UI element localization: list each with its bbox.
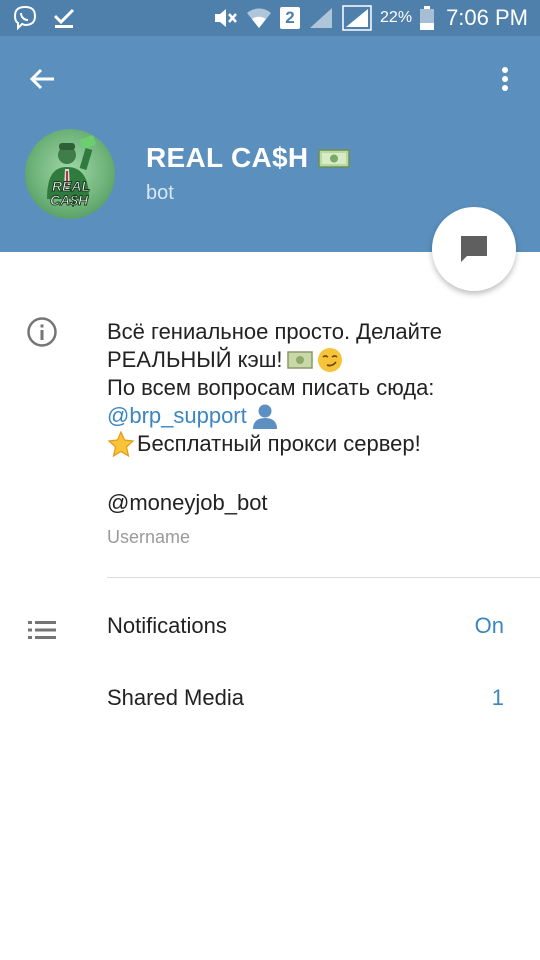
battery-icon [420, 6, 435, 30]
mute-icon [215, 9, 237, 27]
title-row: REAL CA$H [146, 142, 351, 174]
description-text: Всё гениальное просто. Делайте [107, 319, 443, 344]
viber-icon [13, 5, 37, 31]
screen: 2 22% 7:06 PM REAL CA$H REAL CA$H bot Вс… [0, 0, 540, 960]
money-icon [286, 351, 313, 369]
more-options-button[interactable] [490, 62, 520, 96]
money-icon [318, 149, 351, 168]
description-text: Бесплатный прокси сервер! [137, 431, 421, 456]
avatar-text-bottom: CA$H [50, 192, 89, 208]
wifi-icon [247, 8, 272, 28]
description-line: @brp_support [107, 402, 517, 430]
signal-icon [342, 5, 372, 31]
bot-description: Всё гениальное просто. Делайте РЕАЛЬНЫЙ … [107, 318, 517, 458]
smirk-face-icon [317, 348, 342, 372]
status-right: 2 22% 7:06 PM [204, 5, 528, 31]
notifications-label: Notifications [107, 613, 227, 638]
avatar-image: REAL CA$H [47, 135, 96, 209]
sim-badge: 2 [280, 7, 301, 29]
more-vertical-icon [502, 67, 508, 91]
status-left [12, 5, 90, 31]
description-line: РЕАЛЬНЫЙ кэш! [107, 346, 517, 374]
avatar[interactable]: REAL CA$H [25, 129, 115, 219]
shared-media-count: 1 [491, 685, 504, 710]
battery-percent: 22% [380, 9, 413, 26]
list-icon [28, 621, 56, 639]
description-text: По всем вопросам писать сюда: [107, 375, 435, 400]
glowing-star-icon [107, 430, 135, 458]
chat-title: REAL CA$H [146, 142, 309, 173]
description-line: Всё гениальное просто. Делайте [107, 318, 517, 346]
check-icon [53, 8, 75, 28]
arrow-left-icon [29, 68, 54, 90]
user-silhouette-icon [252, 404, 277, 429]
back-button[interactable] [22, 62, 62, 96]
clock: 7:06 PM [446, 5, 528, 30]
divider [107, 577, 540, 578]
username-value[interactable]: @moneyjob_bot [107, 490, 268, 516]
description-line: По всем вопросам писать сюда: [107, 374, 517, 402]
status-bar: 2 22% 7:06 PM [0, 0, 540, 36]
signal-icon [310, 8, 333, 28]
chat-subtitle: bot [146, 182, 174, 204]
shared-media-label: Shared Media [107, 685, 244, 710]
chat-bubble-icon [461, 236, 487, 262]
notifications-value: On [474, 613, 504, 638]
support-link[interactable]: @brp_support [107, 402, 247, 430]
username-label: Username [107, 527, 191, 547]
info-icon [27, 317, 57, 347]
description-text: РЕАЛЬНЫЙ кэш! [107, 347, 283, 372]
message-button[interactable] [432, 207, 516, 291]
description-line: Бесплатный прокси сервер! [107, 430, 517, 458]
